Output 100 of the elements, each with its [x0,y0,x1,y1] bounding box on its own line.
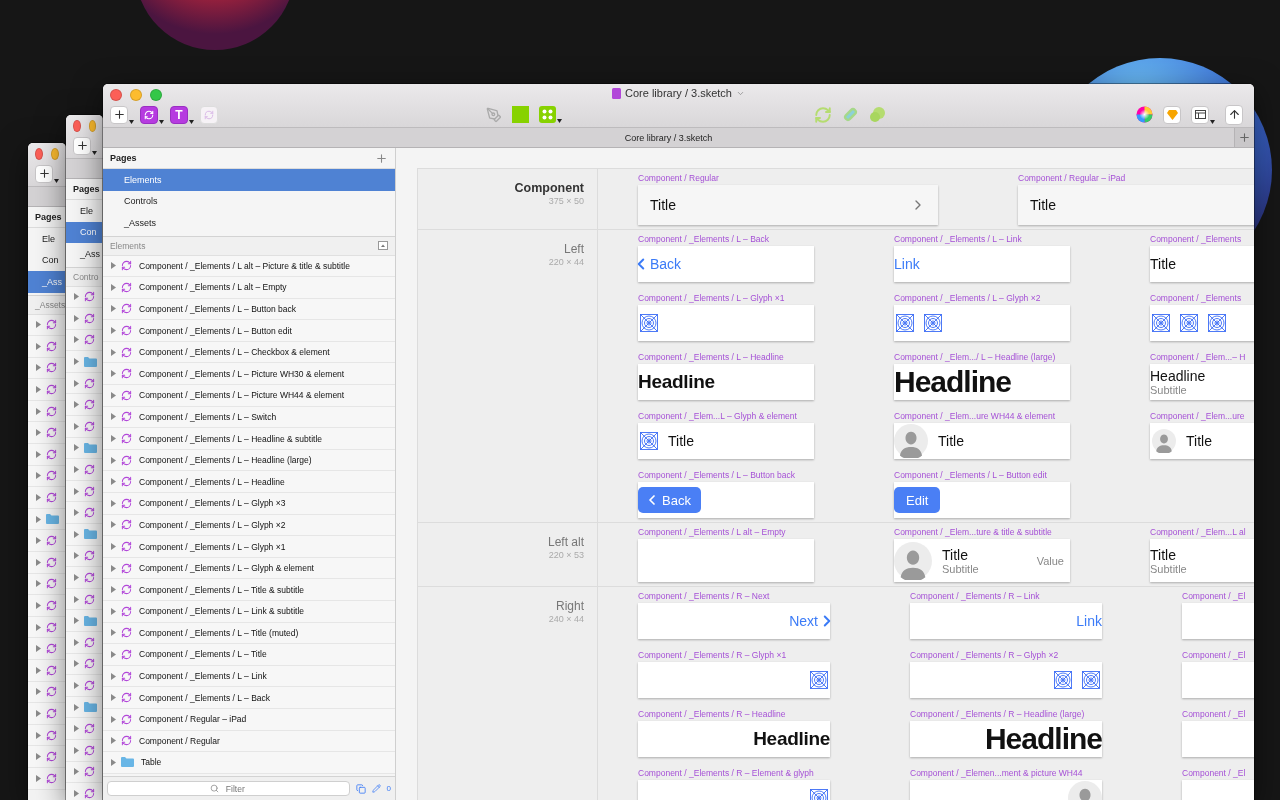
expand-triangle-icon[interactable] [74,466,79,474]
expand-triangle-icon[interactable] [36,342,41,350]
expand-triangle-icon[interactable] [36,450,41,458]
expand-triangle-icon[interactable] [36,731,41,739]
insert-button[interactable] [110,105,128,124]
expand-triangle-icon[interactable] [74,617,79,625]
expand-triangle-icon[interactable] [74,552,79,560]
insert-button[interactable] [73,136,91,155]
pencil-icon[interactable] [371,784,381,793]
expand-triangle-icon[interactable] [36,774,41,782]
minimize-button[interactable] [130,88,142,101]
expand-triangle-icon[interactable] [111,629,116,637]
shapes-grid-icon[interactable] [539,106,556,124]
close-button[interactable] [35,147,43,160]
expand-triangle-icon[interactable] [36,407,41,415]
collapse-icon[interactable] [378,241,388,250]
expand-triangle-icon[interactable] [74,336,79,344]
close-button[interactable] [110,88,122,101]
symbol-button[interactable] [140,105,158,124]
expand-triangle-icon[interactable] [111,391,116,399]
page-item[interactable]: Controls [103,190,395,212]
expand-triangle-icon[interactable] [74,293,79,301]
layout-button[interactable] [1191,105,1209,124]
expand-triangle-icon[interactable] [36,666,41,674]
document-tab[interactable]: Core library / 3.sketch [103,132,1234,143]
expand-triangle-icon[interactable] [111,413,116,421]
expand-triangle-icon[interactable] [74,638,79,646]
expand-triangle-icon[interactable] [111,651,116,658]
expand-triangle-icon[interactable] [36,645,41,653]
expand-triangle-icon[interactable] [74,789,79,797]
close-button[interactable] [73,119,81,132]
expand-triangle-icon[interactable] [111,499,116,507]
expand-triangle-icon[interactable] [111,715,116,723]
expand-triangle-icon[interactable] [111,521,116,529]
add-page-icon[interactable] [375,151,388,165]
page-item[interactable]: _Ass [28,271,65,293]
filter-field[interactable]: Filter [107,781,350,796]
expand-triangle-icon[interactable] [111,370,116,378]
expand-triangle-icon[interactable] [36,321,41,329]
share-button[interactable] [1225,104,1243,125]
expand-triangle-icon[interactable] [74,487,79,495]
copy-icon[interactable] [355,783,366,794]
expand-triangle-icon[interactable] [111,586,116,594]
expand-triangle-icon[interactable] [74,401,79,409]
expand-triangle-icon[interactable] [74,574,79,581]
page-item[interactable]: Con [66,221,102,243]
minimize-button[interactable] [88,119,96,132]
expand-triangle-icon[interactable] [111,262,116,270]
expand-triangle-icon[interactable] [36,602,41,609]
expand-triangle-icon[interactable] [36,494,41,502]
expand-triangle-icon[interactable] [36,558,41,566]
expand-triangle-icon[interactable] [36,537,41,545]
expand-triangle-icon[interactable] [74,530,79,538]
expand-triangle-icon[interactable] [36,472,41,480]
expand-triangle-icon[interactable] [74,746,79,754]
expand-triangle-icon[interactable] [111,737,116,745]
expand-triangle-icon[interactable] [36,688,41,696]
expand-triangle-icon[interactable] [36,429,41,437]
expand-triangle-icon[interactable] [111,672,116,680]
color-wheel-icon[interactable] [1136,106,1153,124]
expand-triangle-icon[interactable] [74,595,79,603]
expand-triangle-icon[interactable] [111,478,116,486]
expand-triangle-icon[interactable] [74,422,79,430]
expand-triangle-icon[interactable] [74,444,79,452]
expand-triangle-icon[interactable] [111,456,116,464]
expand-triangle-icon[interactable] [36,515,41,523]
expand-triangle-icon[interactable] [74,314,79,322]
page-item[interactable]: Ele [66,200,102,222]
expand-triangle-icon[interactable] [74,725,79,733]
expand-triangle-icon[interactable] [74,379,79,387]
expand-triangle-icon[interactable] [36,364,41,372]
expand-triangle-icon[interactable] [111,283,116,291]
minimize-button[interactable] [51,147,59,160]
expand-triangle-icon[interactable] [36,623,41,631]
expand-triangle-icon[interactable] [111,694,116,702]
expand-triangle-icon[interactable] [36,386,41,394]
expand-triangle-icon[interactable] [74,660,79,668]
expand-triangle-icon[interactable] [36,753,41,761]
page-item[interactable]: Elements [103,169,395,191]
expand-triangle-icon[interactable] [111,543,116,550]
pen-tool-icon[interactable] [486,106,502,123]
expand-triangle-icon[interactable] [111,758,116,766]
expand-triangle-icon[interactable] [74,682,79,689]
expand-triangle-icon[interactable] [111,564,116,572]
text-button[interactable]: T [170,105,188,124]
zoom-button[interactable] [150,88,162,101]
diamond-button[interactable] [1163,105,1181,124]
expand-triangle-icon[interactable] [111,305,116,313]
expand-triangle-icon[interactable] [74,358,79,366]
expand-triangle-icon[interactable] [111,435,116,443]
expand-triangle-icon[interactable] [74,703,79,711]
page-item[interactable]: _Ass [66,243,102,265]
insert-button[interactable] [35,164,53,183]
expand-triangle-icon[interactable] [36,580,41,588]
expand-triangle-icon[interactable] [111,607,116,615]
expand-triangle-icon[interactable] [74,768,79,776]
expand-triangle-icon[interactable] [36,710,41,717]
page-item[interactable]: _Assets [103,212,395,234]
expand-triangle-icon[interactable] [74,509,79,517]
expand-triangle-icon[interactable] [111,348,116,356]
